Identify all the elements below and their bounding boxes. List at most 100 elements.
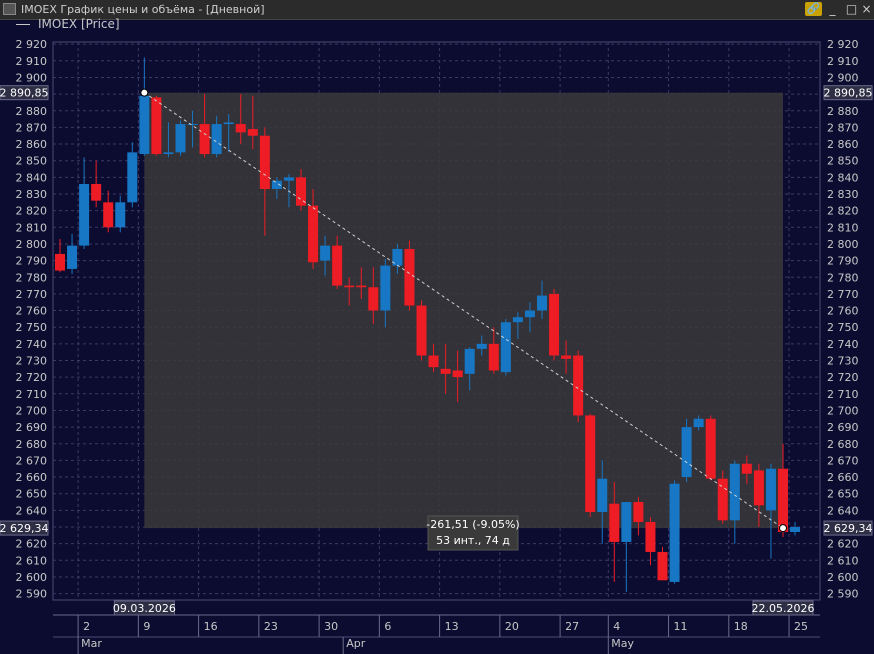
y-tick-label-left: 2 820: [16, 205, 48, 218]
candle-down: [259, 135, 270, 190]
price-tag-start-right: 2 890,85: [824, 87, 873, 100]
y-tick-label-left: 2 660: [16, 471, 48, 484]
candle-down: [308, 205, 319, 263]
y-tick-label-left: 2 680: [16, 438, 48, 451]
candle-down: [717, 478, 728, 521]
minimize-button[interactable]: _: [824, 1, 841, 17]
window-title: IMOEX График цены и объёма - [Дневной]: [21, 3, 265, 16]
x-tick-label: 9: [143, 620, 150, 633]
candle-up: [187, 124, 198, 126]
legend-label: IMOEX [Price]: [38, 17, 120, 31]
y-tick-label-right: 2 600: [827, 571, 859, 584]
y-tick-label-right: 2 760: [827, 305, 859, 318]
x-tick-label: 4: [613, 620, 620, 633]
app-icon: [3, 3, 16, 15]
y-tick-label-right: 2 860: [827, 138, 859, 151]
candle-up: [464, 348, 475, 374]
candle-down: [645, 522, 656, 552]
candle-up: [597, 478, 608, 513]
candle-up: [765, 468, 776, 511]
x-tick-label: 18: [734, 620, 748, 633]
candle-up: [211, 124, 222, 155]
y-tick-label-right: 2 830: [827, 188, 859, 201]
measure-interval-text: 53 инт., 74 д: [436, 534, 510, 547]
measure-end-point: [779, 524, 787, 533]
candle-down: [151, 97, 162, 155]
y-tick-label-left: 2 730: [16, 355, 48, 368]
legend-line-icon: [16, 24, 30, 25]
candle-down: [356, 285, 367, 288]
y-tick-label-right: 2 800: [827, 238, 859, 251]
y-tick-label-right: 2 790: [827, 255, 859, 268]
y-tick-label-right: 2 620: [827, 538, 859, 551]
candle-up: [175, 124, 186, 153]
candle-up: [512, 317, 523, 323]
candle-up: [163, 152, 174, 155]
candle-up: [729, 463, 740, 521]
y-tick-label-right: 2 680: [827, 438, 859, 451]
y-tick-label-right: 2 710: [827, 388, 859, 401]
measure-change-text: -261,51 (-9.05%): [426, 518, 519, 531]
y-tick-label-left: 2 870: [16, 121, 48, 134]
title-bar: IMOEX График цены и объёма - [Дневной] 🔗…: [0, 0, 874, 20]
y-tick-label-left: 2 670: [16, 454, 48, 467]
close-button[interactable]: ×: [858, 1, 874, 17]
x-tick-label: 23: [264, 620, 278, 633]
candle-up: [223, 122, 234, 125]
candle-down: [657, 551, 668, 581]
candle-down: [753, 470, 764, 506]
candle-up: [115, 202, 126, 228]
candle-down: [585, 415, 596, 513]
candle-up: [67, 245, 78, 269]
y-tick-label-right: 2 910: [827, 55, 859, 68]
candle-down: [549, 293, 560, 356]
candle-down: [91, 184, 102, 201]
chart-legend: IMOEX [Price]: [16, 17, 120, 31]
candle-up: [139, 95, 150, 155]
candle-down: [344, 285, 355, 288]
y-tick-label-right: 2 780: [827, 271, 859, 284]
y-tick-label-left: 2 610: [16, 554, 48, 567]
month-label: May: [611, 637, 634, 650]
candle-up: [621, 502, 632, 542]
candle-down: [561, 355, 572, 359]
x-tick-label: 11: [674, 620, 688, 633]
price-chart[interactable]: 2 590 2 5902 600 2 6002 610 2 6102 620 2 620…: [0, 20, 874, 654]
y-tick-label-left: 2 840: [16, 171, 48, 184]
y-tick-label-left: 2 590: [16, 588, 48, 601]
y-tick-label-right: 2 720: [827, 371, 859, 384]
y-tick-label-right: 2 590: [827, 588, 859, 601]
y-tick-label-right: 2 870: [827, 121, 859, 134]
price-tag-end-left: 2 629,34: [0, 522, 48, 535]
candle-up: [283, 177, 294, 181]
y-tick-label-left: 2 780: [16, 271, 48, 284]
candle-down: [609, 503, 620, 542]
x-tick-label: 13: [445, 620, 459, 633]
y-tick-label-left: 2 790: [16, 255, 48, 268]
price-tag-end-right: 2 629,34: [824, 522, 873, 535]
candle-down: [55, 253, 65, 271]
candle-up: [476, 343, 487, 349]
y-tick-label-right: 2 850: [827, 155, 859, 168]
candle-down: [778, 468, 788, 532]
x-tick-label: 25: [794, 620, 808, 633]
y-tick-label-right: 2 900: [827, 71, 859, 84]
link-button[interactable]: 🔗: [805, 2, 822, 16]
candle-down: [488, 343, 499, 371]
candle-down: [741, 463, 752, 474]
candle-down: [452, 370, 463, 378]
y-tick-label-left: 2 860: [16, 138, 48, 151]
y-tick-label-right: 2 810: [827, 221, 859, 234]
y-tick-label-left: 2 770: [16, 288, 48, 301]
y-tick-label-left: 2 880: [16, 105, 48, 118]
y-tick-label-right: 2 650: [827, 488, 859, 501]
candle-up: [524, 310, 535, 318]
y-tick-label-left: 2 690: [16, 421, 48, 434]
candle-down: [235, 124, 246, 133]
candle-up: [79, 184, 90, 246]
y-tick-label-right: 2 730: [827, 355, 859, 368]
x-tick-label: 6: [384, 620, 391, 633]
candle-up: [320, 245, 331, 261]
candle-down: [440, 368, 451, 374]
y-tick-label-left: 2 640: [16, 504, 48, 517]
